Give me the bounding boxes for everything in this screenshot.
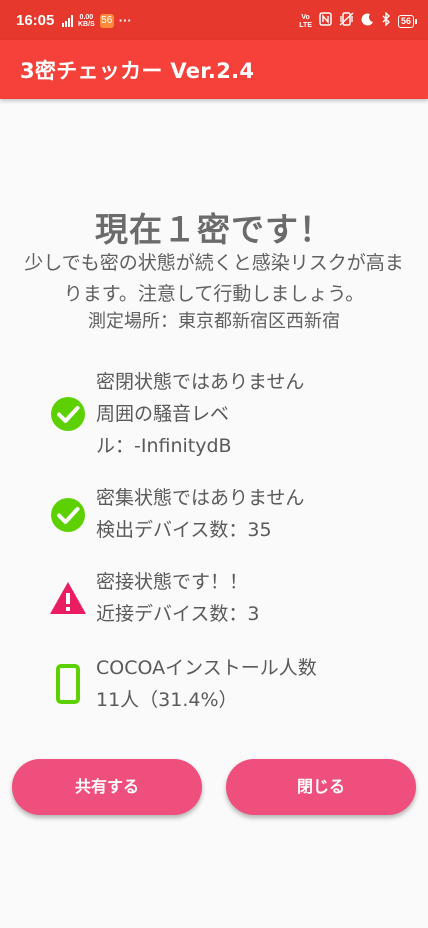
crowded-place-check: 密集状態ではありません 検出デバイス数：35 [50,482,420,546]
toolbar-title: 3密チェッカー Ver.2.4 [20,59,255,83]
measurement-location: 測定場所：東京都新宿区西新宿 [88,311,340,332]
vibrate-icon [339,12,354,31]
cocoa-status: COCOAインストール人数 [96,657,317,679]
net-speed-unit: KB/S [78,20,95,28]
warning-triangle-icon [50,582,86,614]
battery-icon: 56 [397,15,418,28]
cocoa-install-info: COCOAインストール人数 11人（31.4%） [50,652,420,716]
noise-level-line-1: 周囲の騒音レベ [96,403,230,425]
more-notifications-icon: ··· [118,13,132,28]
cocoa-text: COCOAインストール人数 11人（31.4%） [96,652,416,716]
detected-devices: 検出デバイス数：35 [96,519,272,541]
volte-icon: Vo LTE [299,14,312,30]
close-contact-status: 密接状態です！！ [96,571,249,593]
closed-space-check: 密閉状態ではありません 周囲の騒音レベ ル：-InfinitydB [50,366,420,462]
warning-line-2: ります。注意して行動しましょう。 [63,283,365,305]
status-bar: 16:05 0.00 KB/S 56 ··· Vo LTE 56 [0,0,428,40]
noise-level-line-2: ル：-InfinitydB [96,435,232,457]
nearby-devices: 近接デバイス数：3 [96,603,260,625]
share-button[interactable]: 共有する [12,759,202,815]
app-notification-icon: 56 [99,13,114,28]
signal-icon [62,14,73,27]
closed-space-status: 密閉状態ではありません [96,371,305,393]
warning-line-1: 少しでも密の状態が続くと感染リスクが高ま [24,252,404,274]
cocoa-count: 11人（31.4%） [96,689,238,711]
closed-space-text: 密閉状態ではありません 周囲の騒音レベ ル：-InfinitydB [96,366,416,462]
crowded-place-status: 密集状態ではありません [96,487,305,509]
status-left-icons: 0.00 KB/S 56 ··· [62,13,132,28]
bluetooth-icon [381,11,391,31]
density-headline: 現在１密です！ [95,210,333,249]
smartphone-icon [56,664,80,704]
app-toolbar: 3密チェッカー Ver.2.4 [0,40,428,99]
nfc-icon [319,12,332,31]
status-time: 16:05 [16,12,55,29]
net-speed: 0.00 KB/S [78,14,95,28]
check-circle-icon [51,498,85,532]
warning-message: 少しでも密の状態が続くと感染リスクが高ま ります。注意して行動しましょう。 [10,248,418,310]
crowded-place-text: 密集状態ではありません 検出デバイス数：35 [96,482,416,546]
close-button[interactable]: 閉じる [226,759,416,815]
close-contact-text: 密接状態です！！ 近接デバイス数：3 [96,566,416,630]
check-circle-icon [51,397,85,431]
moon-icon [361,12,374,31]
volte-top: Vo [301,13,310,21]
status-right-icons: Vo LTE 56 [299,11,418,31]
volte-bottom: LTE [299,21,312,29]
close-contact-check: 密接状態です！！ 近接デバイス数：3 [50,566,420,630]
net-speed-value: 0.00 [79,13,94,21]
